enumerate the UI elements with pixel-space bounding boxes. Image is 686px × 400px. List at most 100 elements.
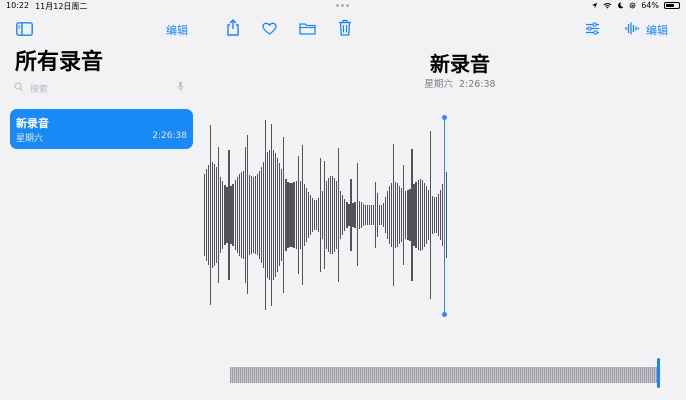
waveform-bar (313, 200, 315, 230)
status-bar: 10:22 11月12日周二 64% (0, 0, 686, 12)
playhead-top-handle[interactable] (442, 115, 447, 120)
waveform-bar (238, 174, 240, 256)
waveform-bar (250, 176, 252, 254)
edit-button-left[interactable]: 编辑 (166, 22, 188, 38)
waveform-bar (407, 190, 409, 240)
waveform-bar (326, 181, 328, 249)
waveform-bar (391, 182, 393, 248)
waveform-bar (212, 162, 214, 268)
waveform-bar (423, 182, 425, 248)
waveform-bar (315, 200, 318, 230)
microphone-icon[interactable] (177, 81, 184, 92)
waveform-bar (360, 201, 362, 229)
waveform-bar (332, 175, 334, 255)
waveform-bar (283, 137, 285, 293)
waveform-bar (354, 201, 356, 229)
waveform-bar (352, 203, 354, 227)
waveform-bar (419, 179, 421, 251)
overview-scrubber[interactable] (230, 367, 657, 383)
waveform-bar (281, 169, 283, 261)
waveform-bar (260, 166, 263, 264)
waveform-bar (378, 205, 381, 225)
waveform-bar (395, 181, 397, 249)
waveform-bar (275, 153, 277, 277)
recording-duration: 2:26:38 (152, 131, 187, 141)
share-icon[interactable] (226, 19, 240, 36)
waveform-bar (368, 205, 370, 225)
waveform-display[interactable] (200, 112, 460, 322)
waveform-bar (364, 205, 366, 225)
overview-position-handle[interactable] (657, 358, 660, 388)
waveform-bar (240, 172, 242, 258)
waveform-bar (342, 195, 344, 235)
waveform-bar (220, 176, 222, 254)
waveform-bar (397, 183, 399, 247)
waveform-bar (431, 196, 433, 234)
waveform-bar (366, 205, 368, 225)
waveform-bar (208, 165, 210, 265)
recording-title: 新录音 (16, 117, 49, 130)
waveform-bar (399, 185, 401, 245)
waveform-bar (389, 185, 391, 245)
waveform-bar (370, 205, 372, 225)
waveform-bar (277, 157, 279, 273)
search-placeholder: 搜索 (30, 85, 49, 95)
waveform-bar (323, 160, 326, 270)
waveform-icon[interactable] (625, 22, 639, 35)
waveform-bar (330, 175, 332, 255)
waveform-bar (421, 180, 423, 250)
waveform-bar (382, 202, 385, 227)
waveform-bar (232, 183, 234, 247)
battery-percent: 64% (641, 1, 659, 10)
waveform-bar (230, 186, 232, 244)
multitasking-dots[interactable] (336, 4, 349, 7)
waveform-bar (287, 181, 289, 249)
waveform-bar (262, 161, 265, 269)
waveform-bar (403, 164, 405, 266)
waveform-bar (311, 198, 313, 232)
trash-icon[interactable] (338, 19, 352, 36)
waveform-bar (356, 163, 358, 267)
waveform-bar (226, 186, 228, 244)
playhead-line[interactable] (444, 118, 446, 314)
playhead-bottom-handle[interactable] (442, 312, 447, 317)
edit-button-right[interactable]: 编辑 (646, 22, 668, 38)
waveform-bar (214, 164, 216, 266)
waveform-bar (254, 176, 257, 254)
waveform-bar (387, 190, 389, 240)
waveform-bar (271, 123, 273, 307)
recording-subtitle: 星期六 2:26:38 (340, 76, 580, 90)
waveform-bar (285, 178, 287, 252)
waveform-bar (273, 150, 275, 280)
waveform-bar (234, 180, 236, 250)
waveform-bar (344, 199, 346, 231)
waveform-bar (293, 182, 295, 248)
waveform-bar (433, 197, 435, 233)
folder-icon[interactable] (299, 22, 316, 35)
heart-icon[interactable] (262, 22, 277, 35)
waveform-bar (376, 192, 379, 238)
waveform-bar (409, 188, 411, 241)
waveform-bar (204, 174, 206, 256)
sidebar-toggle-icon[interactable] (16, 22, 33, 36)
recording-row-selected[interactable]: 新录音 星期六 2:26:38 (10, 109, 193, 149)
sliders-icon[interactable] (585, 22, 600, 35)
waveform-bar (228, 149, 230, 281)
waveform-bar (297, 155, 299, 275)
waveform-bar (222, 181, 224, 249)
waveform-bar (210, 125, 212, 305)
waveform-bar (246, 135, 248, 295)
waveform-bar (295, 181, 297, 249)
waveform-bar (321, 190, 324, 240)
waveform-bar (305, 187, 307, 243)
waveform-bar (317, 198, 320, 232)
waveform-bar (346, 202, 348, 228)
waveform-bar (358, 200, 360, 230)
waveform-bar (216, 167, 218, 263)
recording-name-title[interactable]: 新录音 (340, 48, 580, 77)
search-field[interactable]: 搜索 (14, 81, 184, 95)
search-icon (14, 82, 24, 92)
waveform-bar (256, 174, 259, 256)
waveform-bar (334, 177, 336, 253)
waveform-bar (340, 190, 342, 240)
